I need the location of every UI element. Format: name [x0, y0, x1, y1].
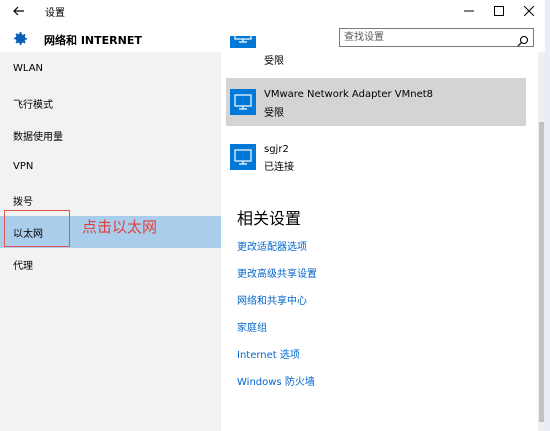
network-name: VMware Network Adapter VMnet8: [264, 89, 434, 100]
link-change-advanced-sharing[interactable]: 更改高级共享设置: [237, 265, 317, 280]
network-item-partial[interactable]: 受限: [226, 36, 526, 66]
gear-icon: [11, 30, 29, 48]
ethernet-network-icon: [230, 144, 256, 170]
sidebar-item-label: WLAN: [13, 63, 44, 74]
network-status: 受限: [264, 108, 284, 119]
close-icon: [524, 6, 534, 16]
link-windows-firewall[interactable]: Windows 防火墙: [237, 373, 315, 388]
network-item-sgjr2[interactable]: sgjr2 已连接: [226, 136, 526, 184]
scrollbar-thumb[interactable]: [539, 122, 544, 422]
link-change-adapter-options[interactable]: 更改适配器选项: [237, 238, 307, 253]
related-settings-heading: 相关设置: [237, 209, 302, 228]
page-title: 网络和 INTERNET: [44, 34, 142, 47]
network-name: sgjr2: [264, 144, 289, 155]
sidebar-item-label: 数据使用量: [13, 132, 63, 143]
settings-window: 设置 网络和 INTERNET WLAN 飞行模式 数据使用量: [0, 0, 546, 431]
desktop-background: [545, 0, 550, 431]
network-status: 受限: [264, 56, 284, 66]
sidebar-item-data-usage[interactable]: 数据使用量: [0, 119, 221, 151]
sidebar-item-label: 代理: [13, 261, 33, 272]
back-arrow-icon[interactable]: [10, 2, 28, 20]
sidebar-item-vpn[interactable]: VPN: [0, 152, 221, 184]
minimize-button[interactable]: [454, 0, 484, 22]
network-item-vmnet8[interactable]: VMware Network Adapter VMnet8 受限: [226, 78, 526, 126]
annotation-text: 点击以太网: [82, 218, 158, 236]
maximize-icon: [494, 6, 504, 16]
window-title: 设置: [45, 8, 65, 19]
sidebar-item-proxy[interactable]: 代理: [0, 248, 221, 280]
close-button[interactable]: [514, 0, 544, 22]
title-bar: 设置: [0, 0, 545, 22]
ethernet-network-icon: [230, 89, 256, 115]
link-internet-options[interactable]: Internet 选项: [237, 346, 300, 361]
sidebar-item-label: 拨号: [13, 197, 33, 208]
maximize-button[interactable]: [484, 0, 514, 22]
ethernet-network-icon: [230, 36, 256, 48]
sidebar-item-wlan[interactable]: WLAN: [0, 54, 221, 86]
link-network-sharing-center[interactable]: 网络和共享中心: [237, 292, 307, 307]
link-homegroup[interactable]: 家庭组: [237, 319, 267, 334]
sidebar-item-label: 飞行模式: [13, 100, 53, 111]
annotation-highlight-box: [4, 210, 70, 247]
sidebar-item-label: VPN: [13, 161, 34, 172]
sidebar-item-airplane-mode[interactable]: 飞行模式: [0, 87, 221, 119]
network-status: 已连接: [264, 162, 294, 173]
minimize-icon: [464, 10, 474, 12]
